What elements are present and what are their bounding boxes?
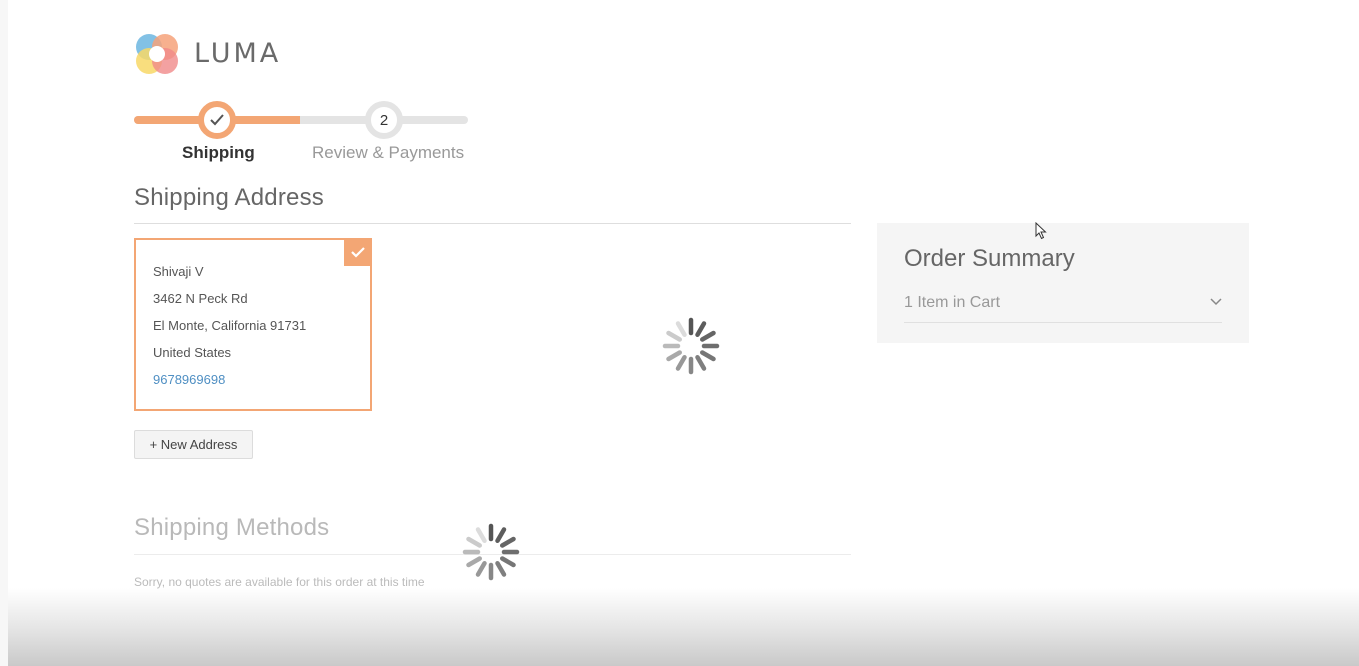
address-lines: Shivaji V 3462 N Peck Rd El Monte, Calif… [153, 264, 306, 399]
loading-spinner-icon [461, 522, 521, 582]
luma-logo-icon [134, 30, 180, 76]
checkmark-icon [351, 246, 365, 258]
no-quotes-message: Sorry, no quotes are available for this … [134, 575, 425, 589]
address-country: United States [153, 345, 232, 360]
left-edge [0, 0, 8, 666]
checkout-page: LUMA 2 Shipping Review & Payments Shippi… [0, 0, 1359, 666]
divider [904, 322, 1222, 323]
luma-logo[interactable]: LUMA [134, 30, 281, 76]
shipping-address-title: Shipping Address [134, 184, 324, 211]
shipping-methods-title: Shipping Methods [134, 514, 330, 541]
checkout-progress-bar: 2 Shipping Review & Payments [134, 98, 468, 168]
bottom-overlay-fade [8, 588, 1359, 666]
address-street: 3462 N Peck Rd [153, 291, 248, 306]
order-summary-panel: Order Summary 1 Item in Cart [877, 223, 1249, 343]
address-city: El Monte, California 91731 [153, 318, 307, 333]
step-review-payments-label: Review & Payments [312, 143, 465, 162]
step-shipping-label: Shipping [182, 143, 255, 162]
divider [134, 223, 851, 224]
address-name: Shivaji V [153, 264, 204, 279]
items-in-cart-toggle[interactable]: 1 Item in Cart [904, 294, 1000, 312]
step-shipping-marker [198, 101, 236, 139]
mouse-cursor-icon [1035, 221, 1047, 240]
loading-spinner-icon [661, 316, 721, 376]
selected-address-card[interactable]: Shivaji V 3462 N Peck Rd El Monte, Calif… [134, 238, 372, 411]
order-summary-title: Order Summary [904, 245, 1075, 272]
brand-name: LUMA [194, 37, 282, 69]
step-review-marker: 2 [365, 101, 403, 139]
address-phone-link[interactable]: 9678969698 [153, 372, 306, 399]
selected-check-badge [344, 238, 372, 266]
chevron-down-icon[interactable] [1209, 294, 1223, 308]
new-address-button[interactable]: + New Address [134, 430, 253, 459]
checkmark-icon [210, 114, 224, 126]
step-number: 2 [379, 111, 389, 129]
